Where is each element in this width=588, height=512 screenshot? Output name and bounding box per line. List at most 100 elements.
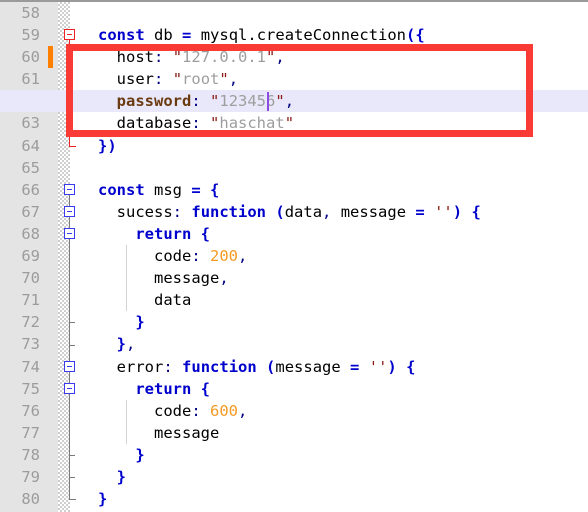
code-token: } [135, 313, 145, 332]
code-token: : [191, 247, 201, 266]
code-token: : [154, 70, 164, 89]
code-line[interactable]: user: "root", [70, 68, 588, 90]
fold-range-end [69, 477, 75, 479]
code-line[interactable]: host: "127.0.0.1", [70, 46, 588, 68]
code-line[interactable]: message, [70, 267, 588, 289]
code-token: = [182, 26, 192, 45]
code-token: , [238, 401, 248, 420]
code-line[interactable]: } [70, 444, 588, 466]
code-token: { [406, 357, 416, 376]
line-number: 71 [21, 291, 40, 310]
code-token: code [154, 401, 192, 420]
code-token: db [154, 26, 173, 45]
line-number: 70 [21, 269, 40, 288]
code-line-text: sucess: function (data, message = '') { [98, 201, 481, 223]
code-token: " [172, 70, 183, 89]
code-token: } [98, 490, 108, 509]
code-line[interactable]: } [70, 488, 588, 510]
code-line[interactable] [70, 157, 588, 179]
code-line[interactable]: }) [70, 135, 588, 157]
code-token: '' [434, 202, 453, 221]
text-caret [266, 92, 269, 112]
code-token: : [191, 401, 201, 420]
code-line[interactable]: error: function (message = '') { [70, 356, 588, 378]
fold-toggle-icon[interactable] [64, 228, 75, 239]
code-token: " [172, 48, 183, 67]
fold-range-line [69, 393, 70, 455]
code-line[interactable]: message [70, 422, 588, 444]
code-line[interactable]: sucess: function (data, message = '') { [70, 201, 588, 223]
code-token: sucess [116, 202, 173, 221]
line-number: 62 [21, 92, 40, 111]
code-token: ( [275, 202, 285, 221]
code-token: root [182, 70, 220, 89]
fold-toggle-icon[interactable] [64, 382, 75, 394]
code-token: : [154, 48, 164, 67]
code-line[interactable]: return { [70, 378, 588, 400]
code-line-text: } [98, 444, 144, 466]
code-line-text: code: 600, [98, 400, 247, 422]
code-line[interactable]: data [70, 289, 588, 311]
code-line[interactable]: return { [70, 223, 588, 245]
code-token: user [116, 70, 154, 89]
code-line[interactable]: const msg = { [70, 179, 588, 201]
code-token: " [275, 92, 285, 111]
code-token: " [266, 48, 276, 67]
code-line-text: database: "haschat" [98, 112, 294, 134]
code-token: code [154, 247, 192, 266]
code-token: }) [98, 136, 117, 155]
code-line[interactable]: const db = mysql.createConnection({ [70, 24, 588, 46]
code-line[interactable]: } [70, 466, 588, 488]
code-line-text: error: function (message = '') { [98, 356, 416, 378]
code-token: data [154, 291, 192, 310]
code-line[interactable]: password: "123456", [0, 90, 588, 113]
fold-toggle-icon[interactable] [64, 183, 75, 195]
line-number: 65 [21, 158, 40, 177]
code-line[interactable]: code: 600, [70, 400, 588, 422]
code-token: password [116, 92, 192, 111]
code-editor-window: 58 59 60 61 62 63 64 65 66 67 68 69 70 71 72 73 74 75 76 77… [0, 0, 588, 512]
fold-range-end [69, 344, 75, 346]
code-token: ( [266, 357, 276, 376]
code-line-text: message [98, 422, 219, 444]
fold-range-line [69, 40, 70, 146]
code-token: function [191, 202, 267, 221]
code-line[interactable]: } [70, 311, 588, 333]
line-number: 64 [21, 136, 40, 155]
code-line[interactable] [70, 2, 588, 24]
code-token: , [228, 70, 239, 89]
code-line-text: }) [98, 135, 117, 157]
fold-toggle-icon[interactable] [64, 360, 75, 372]
fold-toggle-icon[interactable] [64, 205, 75, 217]
fold-toggle-icon[interactable] [64, 29, 75, 41]
code-content-area[interactable]: const db = mysql.createConnection({ host… [0, 2, 588, 512]
code-line-text: password: "123456", [98, 90, 294, 112]
code-line-text: user: "root", [98, 68, 238, 90]
code-token: " [284, 114, 295, 133]
code-token: message [340, 202, 407, 221]
code-token: { [200, 379, 211, 398]
code-line[interactable]: database: "haschat" [70, 112, 588, 134]
line-number: 76 [21, 401, 40, 420]
code-line-text: data [98, 289, 191, 311]
line-number: 77 [21, 423, 40, 442]
code-token: " [210, 114, 220, 133]
code-token: message [154, 269, 220, 288]
code-line[interactable]: code: 200, [70, 245, 588, 267]
code-line[interactable]: }, [70, 333, 588, 355]
